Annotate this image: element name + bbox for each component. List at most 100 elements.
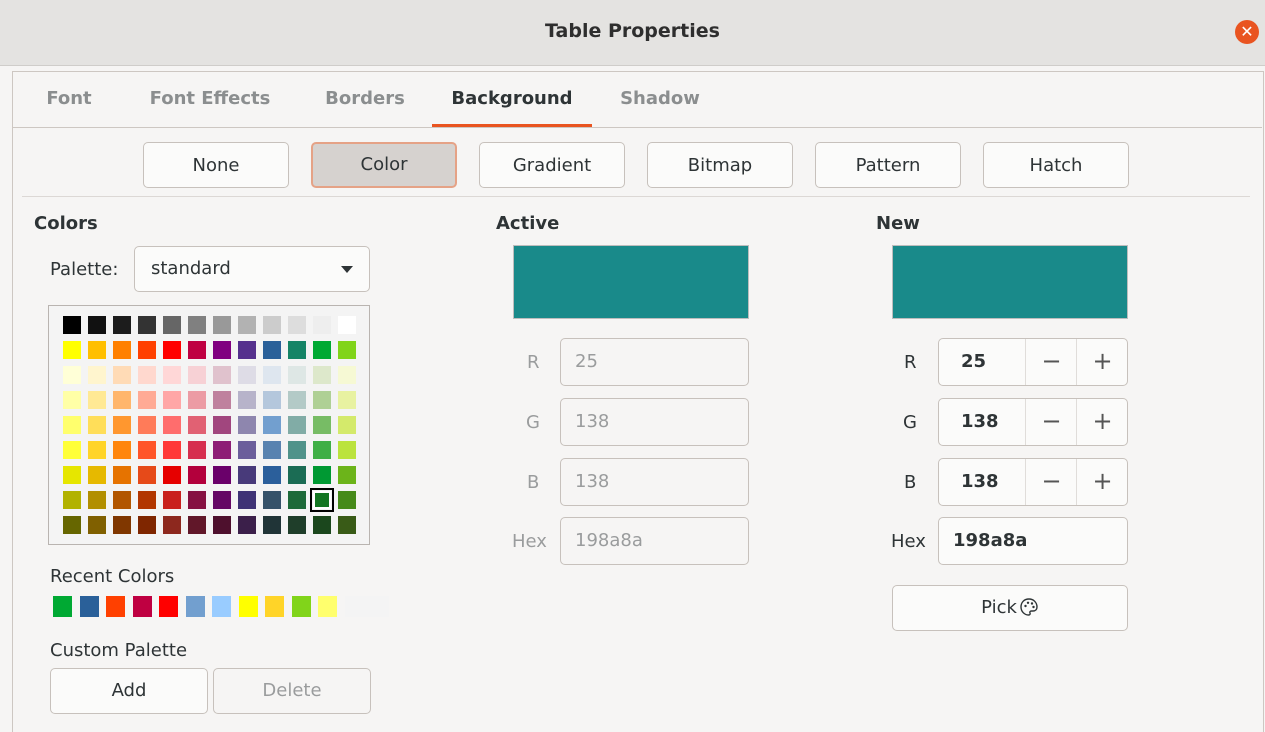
color-swatch[interactable] xyxy=(88,416,106,434)
plus-icon[interactable]: + xyxy=(1076,399,1128,445)
color-swatch[interactable] xyxy=(238,491,256,509)
close-icon[interactable]: ✕ xyxy=(1235,20,1259,44)
color-swatch[interactable] xyxy=(138,466,156,484)
color-swatch[interactable] xyxy=(313,316,331,334)
color-swatch[interactable] xyxy=(238,416,256,434)
color-swatch[interactable] xyxy=(113,416,131,434)
color-swatch[interactable] xyxy=(163,466,181,484)
fill-hatch-button[interactable]: Hatch xyxy=(983,142,1129,188)
color-swatch[interactable] xyxy=(88,391,106,409)
color-swatch[interactable] xyxy=(313,466,331,484)
color-swatch[interactable] xyxy=(213,466,231,484)
delete-button[interactable]: Delete xyxy=(213,668,371,714)
color-swatch[interactable] xyxy=(338,316,356,334)
tab-shadow[interactable]: Shadow xyxy=(610,71,710,125)
color-swatch[interactable] xyxy=(213,391,231,409)
color-swatch[interactable] xyxy=(138,341,156,359)
recent-color-swatch[interactable] xyxy=(132,596,152,617)
color-swatch[interactable] xyxy=(188,316,206,334)
pick-button[interactable]: Pick xyxy=(892,585,1128,631)
recent-color-swatch[interactable] xyxy=(212,596,231,617)
color-swatch[interactable] xyxy=(63,466,81,484)
color-swatch[interactable] xyxy=(188,516,206,534)
color-swatch[interactable] xyxy=(188,391,206,409)
color-swatch[interactable] xyxy=(188,341,206,359)
color-swatch[interactable] xyxy=(113,366,131,384)
color-swatch[interactable] xyxy=(263,491,281,509)
color-swatch[interactable] xyxy=(263,391,281,409)
new-r-stepper[interactable]: 25 − + xyxy=(938,338,1128,386)
color-swatch[interactable] xyxy=(163,366,181,384)
color-swatch[interactable] xyxy=(138,491,156,509)
color-swatch[interactable] xyxy=(113,316,131,334)
color-swatch[interactable] xyxy=(238,466,256,484)
color-swatch[interactable] xyxy=(263,316,281,334)
color-swatch[interactable] xyxy=(113,466,131,484)
color-swatch[interactable] xyxy=(288,441,306,459)
color-swatch[interactable] xyxy=(163,341,181,359)
color-swatch[interactable] xyxy=(263,416,281,434)
new-hex-field[interactable]: 198a8a xyxy=(938,517,1128,565)
color-swatch[interactable] xyxy=(238,516,256,534)
recent-color-swatch[interactable] xyxy=(291,596,311,617)
color-swatch[interactable] xyxy=(138,316,156,334)
color-swatch[interactable] xyxy=(88,316,106,334)
color-swatch[interactable] xyxy=(88,466,106,484)
color-swatch[interactable] xyxy=(188,366,206,384)
plus-icon[interactable]: + xyxy=(1076,459,1128,505)
color-swatch[interactable] xyxy=(63,441,81,459)
color-swatch[interactable] xyxy=(338,491,356,509)
fill-pattern-button[interactable]: Pattern xyxy=(815,142,961,188)
recent-color-swatch[interactable] xyxy=(185,596,205,617)
new-g-value[interactable]: 138 xyxy=(961,399,999,445)
color-swatch[interactable] xyxy=(238,316,256,334)
minus-icon[interactable]: − xyxy=(1025,399,1077,445)
color-swatch[interactable] xyxy=(163,391,181,409)
color-swatch[interactable] xyxy=(88,366,106,384)
color-swatch[interactable] xyxy=(263,441,281,459)
tab-borders[interactable]: Borders xyxy=(310,71,420,125)
color-swatch[interactable] xyxy=(188,466,206,484)
color-swatch[interactable] xyxy=(138,416,156,434)
tab-font-effects[interactable]: Font Effects xyxy=(130,71,290,125)
color-swatch[interactable] xyxy=(213,366,231,384)
color-swatch[interactable] xyxy=(138,366,156,384)
color-swatch[interactable] xyxy=(113,491,131,509)
color-swatch[interactable] xyxy=(138,391,156,409)
recent-color-swatch[interactable] xyxy=(344,596,389,617)
color-swatch[interactable] xyxy=(288,491,306,509)
color-swatch[interactable] xyxy=(238,391,256,409)
new-r-value[interactable]: 25 xyxy=(961,339,986,385)
color-swatch[interactable] xyxy=(63,366,81,384)
color-swatch[interactable] xyxy=(188,491,206,509)
color-swatch[interactable] xyxy=(113,441,131,459)
color-swatch[interactable] xyxy=(88,441,106,459)
color-swatch[interactable] xyxy=(213,416,231,434)
add-button[interactable]: Add xyxy=(50,668,208,714)
color-swatch[interactable] xyxy=(288,466,306,484)
recent-color-swatch[interactable] xyxy=(265,596,284,617)
color-swatch[interactable] xyxy=(213,491,231,509)
color-swatch[interactable] xyxy=(88,516,106,534)
color-swatch[interactable] xyxy=(263,516,281,534)
color-swatch[interactable] xyxy=(313,366,331,384)
color-swatch[interactable] xyxy=(63,316,81,334)
color-swatch[interactable] xyxy=(138,516,156,534)
color-swatch[interactable] xyxy=(338,366,356,384)
color-swatch[interactable] xyxy=(88,341,106,359)
color-swatch[interactable] xyxy=(163,416,181,434)
recent-color-swatch[interactable] xyxy=(106,596,125,617)
color-swatch[interactable] xyxy=(313,416,331,434)
color-swatch[interactable] xyxy=(263,466,281,484)
color-swatch[interactable] xyxy=(338,441,356,459)
color-swatch[interactable] xyxy=(213,316,231,334)
recent-color-swatch[interactable] xyxy=(79,596,99,617)
color-swatch[interactable] xyxy=(338,341,356,359)
color-swatch[interactable] xyxy=(313,516,331,534)
recent-color-swatch[interactable] xyxy=(53,596,72,617)
color-swatch[interactable] xyxy=(188,441,206,459)
color-swatch[interactable] xyxy=(338,391,356,409)
new-g-stepper[interactable]: 138 − + xyxy=(938,398,1128,446)
palette-select[interactable]: standard xyxy=(134,246,370,292)
fill-color-button[interactable]: Color xyxy=(311,142,457,188)
